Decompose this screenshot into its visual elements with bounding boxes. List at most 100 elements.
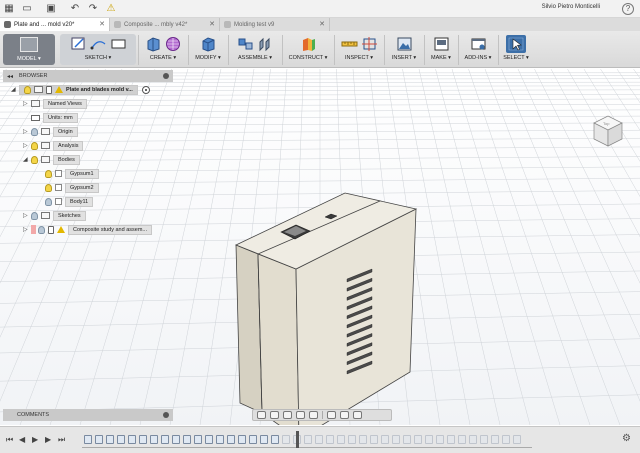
browser-header[interactable]: ◂◂ BROWSER bbox=[3, 70, 173, 82]
tab-molding-test[interactable]: Molding test v9 ✕ bbox=[220, 18, 330, 31]
tree-item-gypsum1[interactable]: Gypsum1 bbox=[45, 168, 99, 179]
grid-settings-icon[interactable] bbox=[340, 411, 349, 419]
timeline-feature[interactable] bbox=[414, 435, 422, 444]
tree-item-bodies[interactable]: ◢ Bodies bbox=[23, 154, 80, 165]
expand-toggle-icon[interactable]: ▷ bbox=[23, 226, 31, 233]
step-forward-icon[interactable]: ▶ bbox=[45, 435, 53, 444]
tree-root[interactable]: ◢ Plate and blades mold v... bbox=[11, 84, 150, 95]
gear-icon[interactable]: ⚙ bbox=[622, 434, 632, 444]
timeline-feature[interactable] bbox=[172, 435, 180, 444]
timeline-feature[interactable] bbox=[315, 435, 323, 444]
zoom-icon[interactable] bbox=[296, 411, 305, 419]
timeline-feature[interactable] bbox=[469, 435, 477, 444]
toolbar-group-sketch[interactable]: SKETCH ▾ bbox=[60, 31, 136, 68]
timeline-marker[interactable] bbox=[296, 431, 299, 448]
expand-toggle-icon[interactable]: ▷ bbox=[23, 212, 31, 219]
activate-radio-icon[interactable] bbox=[141, 85, 150, 94]
timeline-feature[interactable] bbox=[447, 435, 455, 444]
user-name[interactable]: Silvio Pietro Monticelli bbox=[542, 4, 600, 10]
offset-plane-icon[interactable] bbox=[300, 36, 317, 52]
timeline-feature[interactable] bbox=[150, 435, 158, 444]
visibility-bulb-icon[interactable] bbox=[45, 169, 52, 178]
toolbar-group-add-ins[interactable]: ADD-INS ▾ bbox=[460, 31, 496, 68]
timeline-feature[interactable] bbox=[95, 435, 103, 444]
timeline-feature[interactable] bbox=[403, 435, 411, 444]
timeline-feature[interactable] bbox=[216, 435, 224, 444]
file-icon[interactable]: ▭ bbox=[18, 0, 36, 18]
timeline-feature[interactable] bbox=[282, 435, 290, 444]
look-at-icon[interactable] bbox=[270, 411, 279, 419]
tree-item-origin[interactable]: ▷ Origin bbox=[23, 126, 78, 137]
visibility-bulb-icon[interactable] bbox=[45, 197, 52, 206]
close-icon[interactable]: ✕ bbox=[99, 20, 105, 28]
visibility-bulb-icon[interactable] bbox=[31, 155, 38, 164]
expand-toggle-icon[interactable]: ▷ bbox=[23, 128, 31, 135]
tab-composite[interactable]: Composite ... mbly v42* ✕ bbox=[110, 18, 220, 31]
timeline-feature[interactable] bbox=[238, 435, 246, 444]
display-settings-icon[interactable] bbox=[327, 411, 336, 419]
timeline-feature[interactable] bbox=[326, 435, 334, 444]
timeline-feature[interactable] bbox=[502, 435, 510, 444]
new-component-icon[interactable] bbox=[237, 36, 254, 52]
step-back-icon[interactable]: ◀ bbox=[19, 435, 27, 444]
toolbar-group-construct[interactable]: CONSTRUCT ▾ bbox=[284, 31, 332, 68]
visibility-bulb-icon[interactable] bbox=[31, 211, 38, 220]
line-icon[interactable] bbox=[90, 36, 107, 52]
timeline-feature[interactable] bbox=[84, 435, 92, 444]
toolbar-group-insert[interactable]: INSERT ▾ bbox=[386, 31, 422, 68]
toolbar-group-modify[interactable]: MODIFY ▾ bbox=[190, 31, 226, 68]
tree-item-analysis[interactable]: ▷ Analysis bbox=[23, 140, 84, 151]
expand-toggle-icon[interactable]: ▷ bbox=[23, 142, 31, 149]
tree-item-composite-study[interactable]: ▷ Composite study and assem... bbox=[23, 224, 152, 235]
tree-item-body11[interactable]: Body11 bbox=[45, 196, 94, 207]
timeline-feature[interactable] bbox=[260, 435, 268, 444]
timeline-feature[interactable] bbox=[480, 435, 488, 444]
tree-item-units[interactable]: Units: mm bbox=[23, 112, 78, 123]
timeline-feature[interactable] bbox=[128, 435, 136, 444]
timeline-feature[interactable] bbox=[458, 435, 466, 444]
3d-viewport[interactable]: Top bbox=[0, 68, 640, 440]
save-icon[interactable]: ▣ bbox=[42, 0, 60, 18]
timeline-feature[interactable] bbox=[304, 435, 312, 444]
viewport-canvas[interactable] bbox=[0, 68, 640, 440]
comments-options-icon[interactable] bbox=[163, 412, 169, 418]
timeline-feature[interactable] bbox=[491, 435, 499, 444]
orbit-icon[interactable] bbox=[257, 411, 266, 419]
timeline-track[interactable] bbox=[82, 447, 532, 448]
visibility-bulb-icon[interactable] bbox=[24, 85, 31, 94]
play-icon[interactable]: ▶ bbox=[32, 435, 40, 444]
workspace-switcher[interactable]: MODEL ▾ bbox=[3, 34, 55, 65]
help-icon[interactable]: ? bbox=[622, 3, 634, 15]
tree-item-sketches[interactable]: ▷ Sketches bbox=[23, 210, 86, 221]
timeline-feature[interactable] bbox=[139, 435, 147, 444]
tab-plate-and-mold[interactable]: Plate and ... mold v20* ✕ bbox=[0, 18, 110, 31]
expand-toggle-icon[interactable]: ◢ bbox=[11, 86, 19, 93]
extrude-icon[interactable] bbox=[145, 36, 162, 52]
pan-icon[interactable] bbox=[283, 411, 292, 419]
create-sketch-icon[interactable] bbox=[70, 36, 87, 52]
timeline-feature[interactable] bbox=[359, 435, 367, 444]
redo-icon[interactable]: ↷ bbox=[84, 0, 102, 18]
fit-icon[interactable] bbox=[309, 411, 318, 419]
sphere-grid-icon[interactable] bbox=[165, 36, 182, 52]
undo-icon[interactable]: ↶ bbox=[66, 0, 84, 18]
warning-icon[interactable]: ⚠ bbox=[102, 0, 120, 18]
close-icon[interactable]: ✕ bbox=[319, 20, 325, 28]
timeline-feature[interactable] bbox=[183, 435, 191, 444]
collapse-icon[interactable]: ◂◂ bbox=[7, 73, 13, 80]
timeline-feature[interactable] bbox=[106, 435, 114, 444]
expand-toggle-icon[interactable]: ▷ bbox=[23, 100, 31, 107]
scripts-icon[interactable] bbox=[470, 36, 487, 52]
toolbar-group-inspect[interactable]: INSPECT ▾ bbox=[336, 31, 382, 68]
visibility-bulb-icon[interactable] bbox=[31, 127, 38, 136]
grid-icon[interactable]: ▦ bbox=[0, 0, 18, 18]
timeline-feature[interactable] bbox=[194, 435, 202, 444]
timeline-feature[interactable] bbox=[117, 435, 125, 444]
expand-toggle-icon[interactable]: ◢ bbox=[23, 156, 31, 163]
joint-icon[interactable] bbox=[257, 36, 274, 52]
timeline-feature[interactable] bbox=[513, 435, 521, 444]
tree-item-gypsum2[interactable]: Gypsum2 bbox=[45, 182, 99, 193]
timeline-feature[interactable] bbox=[436, 435, 444, 444]
toolbar-group-assemble[interactable]: ASSEMBLE ▾ bbox=[230, 31, 280, 68]
rectangle-icon[interactable] bbox=[110, 36, 127, 52]
